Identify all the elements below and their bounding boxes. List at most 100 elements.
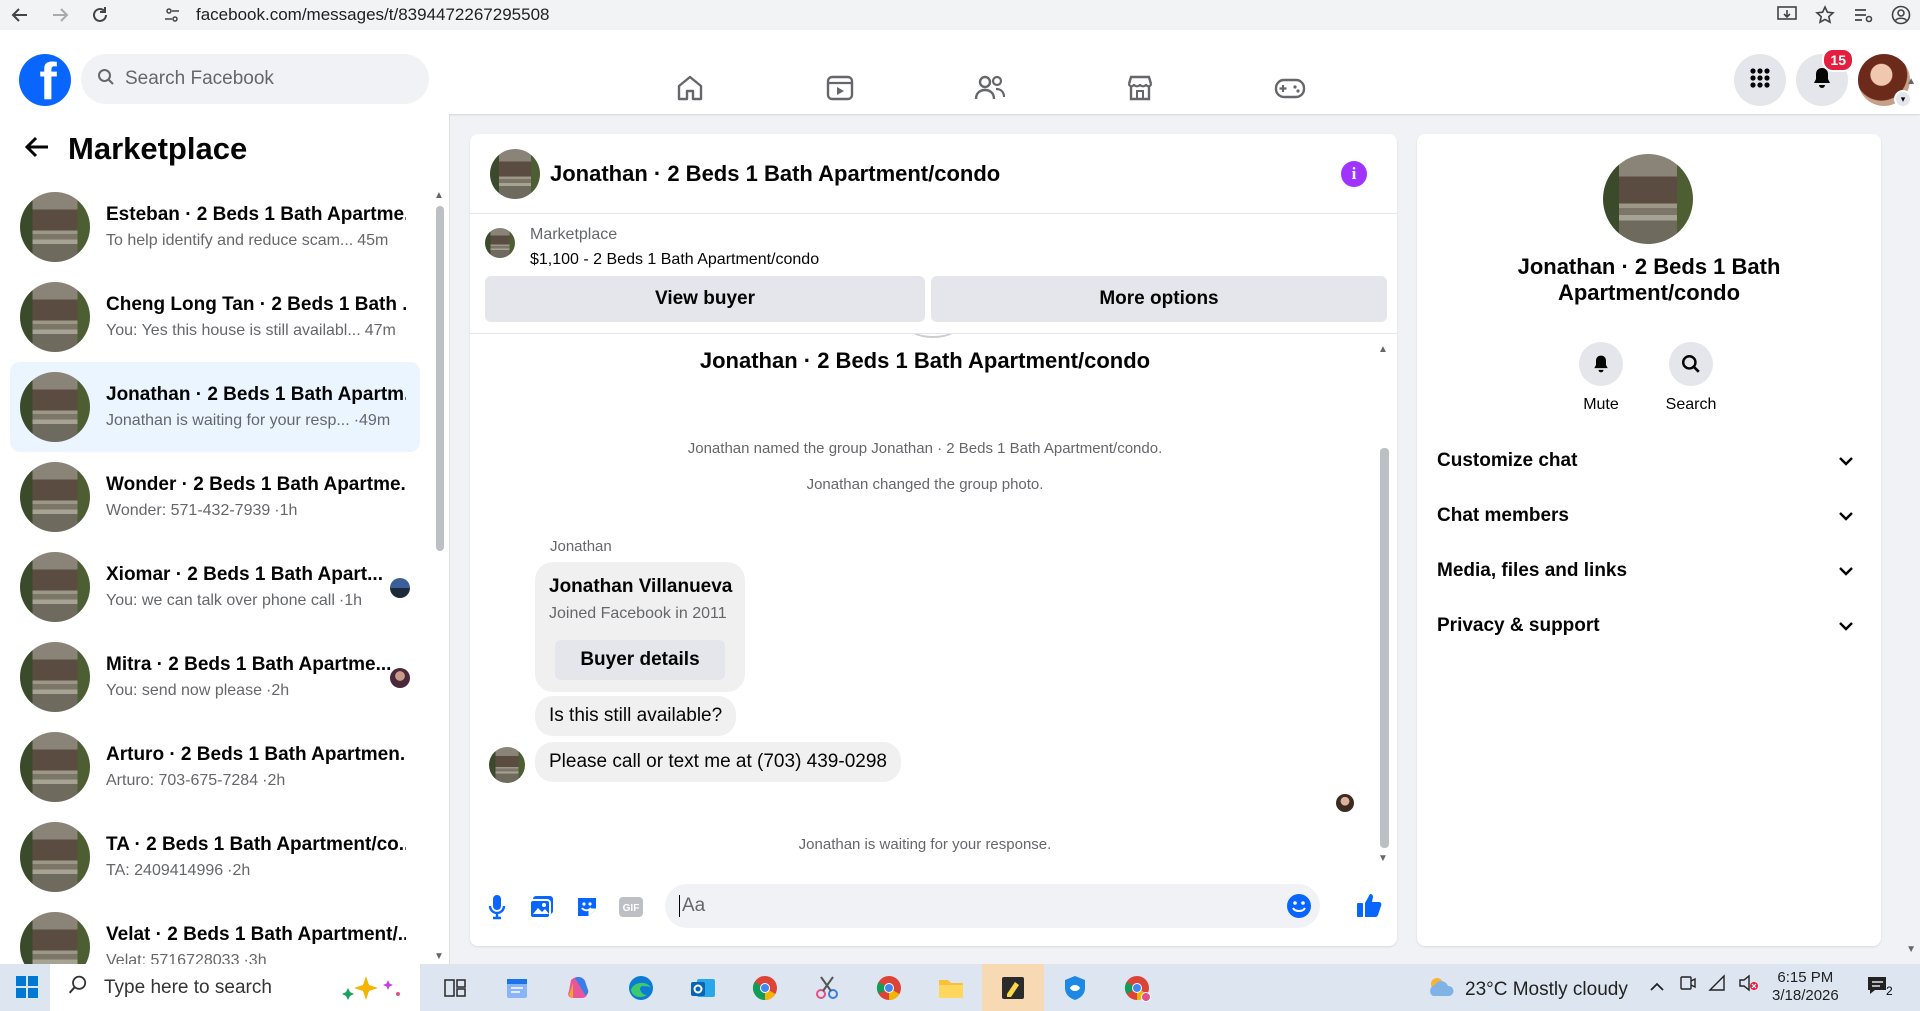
browser-profile-icon[interactable] bbox=[1882, 0, 1920, 30]
windows-taskbar: Type here to search 23°C Mostly cloudy 6… bbox=[0, 964, 1920, 1011]
more-options-button[interactable]: More options bbox=[931, 276, 1387, 322]
site-info-icon[interactable] bbox=[164, 7, 180, 28]
conversation-preview: You: we can talk over phone call ·1h bbox=[106, 592, 406, 610]
view-buyer-button[interactable]: View buyer bbox=[485, 276, 925, 322]
sidebar-scroll-thumb[interactable] bbox=[436, 206, 444, 551]
menu-grid-button[interactable] bbox=[1734, 54, 1786, 106]
buyer-details-button[interactable]: Buyer details bbox=[555, 640, 725, 680]
taskbar-search-input[interactable]: Type here to search bbox=[50, 964, 420, 1011]
message-bubble[interactable]: Is this still available? bbox=[535, 696, 737, 736]
home-icon[interactable] bbox=[615, 60, 765, 116]
mute-button[interactable]: Mute bbox=[1561, 342, 1641, 414]
sticker-icon[interactable] bbox=[572, 892, 602, 922]
chat-members-section[interactable]: Chat members bbox=[1437, 491, 1863, 541]
bookmark-star-icon[interactable] bbox=[1806, 0, 1844, 30]
scroll-down-icon[interactable]: ▼ bbox=[434, 951, 444, 962]
chat-scroll-thumb[interactable] bbox=[1380, 448, 1389, 848]
conversation-title: TA · 2 Beds 1 Bath Apartment/co... bbox=[106, 834, 406, 855]
chat-info-title: Jonathan · 2 Beds 1 Bath Apartment/condo bbox=[1517, 254, 1781, 305]
windows-start-icon[interactable] bbox=[16, 976, 38, 998]
file-explorer-icon[interactable] bbox=[920, 964, 982, 1011]
conversation-item[interactable]: Mitra · 2 Beds 1 Bath Apartme... You: sen… bbox=[10, 632, 420, 722]
marketplace-icon[interactable] bbox=[1065, 60, 1215, 116]
customize-chat-section[interactable]: Customize chat bbox=[1437, 436, 1863, 486]
mini-avatar-person bbox=[390, 668, 410, 688]
search-in-chat-button[interactable]: Search bbox=[1651, 342, 1731, 414]
chrome-profile-app-icon[interactable] bbox=[858, 964, 920, 1011]
conversation-preview-text: Velat: 5716728033 bbox=[106, 952, 240, 964]
chat-info-avatar[interactable] bbox=[1603, 154, 1693, 244]
conversation-item[interactable]: Arturo · 2 Beds 1 Bath Apartmen... Arturo… bbox=[10, 722, 420, 812]
outlook-app-icon[interactable] bbox=[672, 964, 734, 1011]
video-icon[interactable] bbox=[765, 60, 915, 116]
sticky-notes-icon[interactable] bbox=[982, 964, 1044, 1011]
network-icon[interactable] bbox=[1708, 974, 1728, 997]
copilot-app-icon[interactable] bbox=[548, 964, 610, 1011]
notepad-app-icon[interactable] bbox=[486, 964, 548, 1011]
conversation-item[interactable]: Wonder · 2 Beds 1 Bath Apartme... Wonder:… bbox=[10, 452, 420, 542]
scroll-up-icon[interactable]: ▲ bbox=[1378, 344, 1388, 355]
sidebar-scrollbar[interactable]: ▲ ▼ bbox=[434, 190, 444, 962]
security-app-icon[interactable] bbox=[1044, 964, 1106, 1011]
back-arrow-icon[interactable] bbox=[24, 132, 50, 166]
back-arrow-icon[interactable] bbox=[0, 0, 40, 30]
sender-name: Jonathan bbox=[550, 538, 612, 555]
info-icon[interactable]: i bbox=[1341, 161, 1367, 187]
chat-scrollbar[interactable]: ▲ ▼ bbox=[1378, 344, 1390, 864]
weather-widget[interactable]: 23°C Mostly cloudy bbox=[1425, 974, 1628, 1006]
conversation-item[interactable]: Jonathan · 2 Beds 1 Bath Apartm... Jonath… bbox=[10, 362, 420, 452]
conversation-item[interactable]: Xiomar · 2 Beds 1 Bath Apart... You: we c… bbox=[10, 542, 420, 632]
chevron-up-icon[interactable] bbox=[1650, 976, 1664, 996]
chat-avatar[interactable] bbox=[490, 148, 540, 199]
page-scroll-up-icon[interactable]: ▲ bbox=[1906, 76, 1916, 87]
conversation-title: Arturo · 2 Beds 1 Bath Apartmen... bbox=[106, 744, 406, 765]
scroll-up-icon[interactable]: ▲ bbox=[434, 190, 444, 201]
conversation-title: Xiomar · 2 Beds 1 Bath Apart... bbox=[106, 564, 383, 585]
taskbar-clock[interactable]: 6:15 PM 3/18/2026 bbox=[1772, 969, 1839, 1005]
sidebar-title: Marketplace bbox=[68, 131, 248, 166]
edge-app-icon[interactable] bbox=[610, 964, 672, 1011]
gif-icon[interactable]: GIF bbox=[616, 892, 646, 922]
search-icon bbox=[68, 975, 88, 1001]
install-app-icon[interactable] bbox=[1768, 0, 1806, 30]
meet-now-icon[interactable] bbox=[1678, 974, 1696, 997]
chevron-down-icon[interactable]: ▾ bbox=[1894, 90, 1912, 108]
sender-avatar[interactable] bbox=[489, 747, 525, 783]
photo-icon[interactable] bbox=[527, 892, 557, 922]
notification-center-icon[interactable]: 2 bbox=[1866, 974, 1893, 1003]
forward-arrow-icon[interactable] bbox=[40, 0, 80, 30]
reload-icon[interactable] bbox=[80, 0, 120, 30]
listing-title[interactable]: $1,100 - 2 Beds 1 Bath Apartment/condo bbox=[530, 251, 819, 269]
page-scroll-down-icon[interactable]: ▼ bbox=[1906, 944, 1916, 955]
conversation-item[interactable]: TA · 2 Beds 1 Bath Apartment/co... TA: 24… bbox=[10, 812, 420, 902]
friends-icon[interactable] bbox=[915, 60, 1065, 116]
task-view-icon[interactable] bbox=[424, 964, 486, 1011]
facebook-logo[interactable]: f bbox=[19, 54, 71, 106]
conversation-preview-text: Wonder: 571-432-7939 bbox=[106, 502, 271, 519]
emoji-icon[interactable] bbox=[1286, 893, 1312, 925]
scroll-down-icon[interactable]: ▼ bbox=[1378, 853, 1388, 864]
facebook-logo-letter: f bbox=[39, 54, 57, 106]
address-bar[interactable]: facebook.com/messages/t/8394472267295508 bbox=[150, 1, 1770, 29]
thumbs-up-icon[interactable] bbox=[1354, 890, 1384, 920]
chevron-down-icon bbox=[1839, 618, 1853, 634]
listing-thumbnail[interactable] bbox=[485, 228, 515, 258]
chrome-alt-app-icon[interactable] bbox=[1106, 964, 1168, 1011]
chrome-app-icon[interactable] bbox=[734, 964, 796, 1011]
message-input[interactable]: Aa bbox=[665, 884, 1320, 928]
conversation-item[interactable]: Velat · 2 Beds 1 Bath Apartment/... Velat… bbox=[10, 902, 420, 964]
privacy-support-section[interactable]: Privacy & support bbox=[1437, 601, 1863, 651]
gaming-icon[interactable] bbox=[1215, 60, 1365, 116]
notifications-button[interactable]: 15 bbox=[1796, 48, 1854, 106]
conversation-item[interactable]: Cheng Long Tan · 2 Beds 1 Bath ... You: Y… bbox=[10, 272, 420, 362]
message-bubble[interactable]: Please call or text me at (703) 439-0298 bbox=[535, 742, 901, 782]
volume-muted-icon[interactable] bbox=[1738, 974, 1760, 997]
account-avatar[interactable]: ▾ bbox=[1858, 54, 1912, 108]
reading-list-icon[interactable] bbox=[1844, 0, 1882, 30]
microphone-icon[interactable] bbox=[482, 892, 512, 922]
conversation-item[interactable]: Esteban · 2 Beds 1 Bath Apartme... To hel… bbox=[10, 182, 420, 272]
media-files-links-section[interactable]: Media, files and links bbox=[1437, 546, 1863, 596]
search-facebook-input[interactable]: Search Facebook bbox=[81, 54, 429, 104]
chat-title[interactable]: Jonathan · 2 Beds 1 Bath Apartment/condo bbox=[550, 161, 1000, 187]
snipping-tool-icon[interactable] bbox=[796, 964, 858, 1011]
